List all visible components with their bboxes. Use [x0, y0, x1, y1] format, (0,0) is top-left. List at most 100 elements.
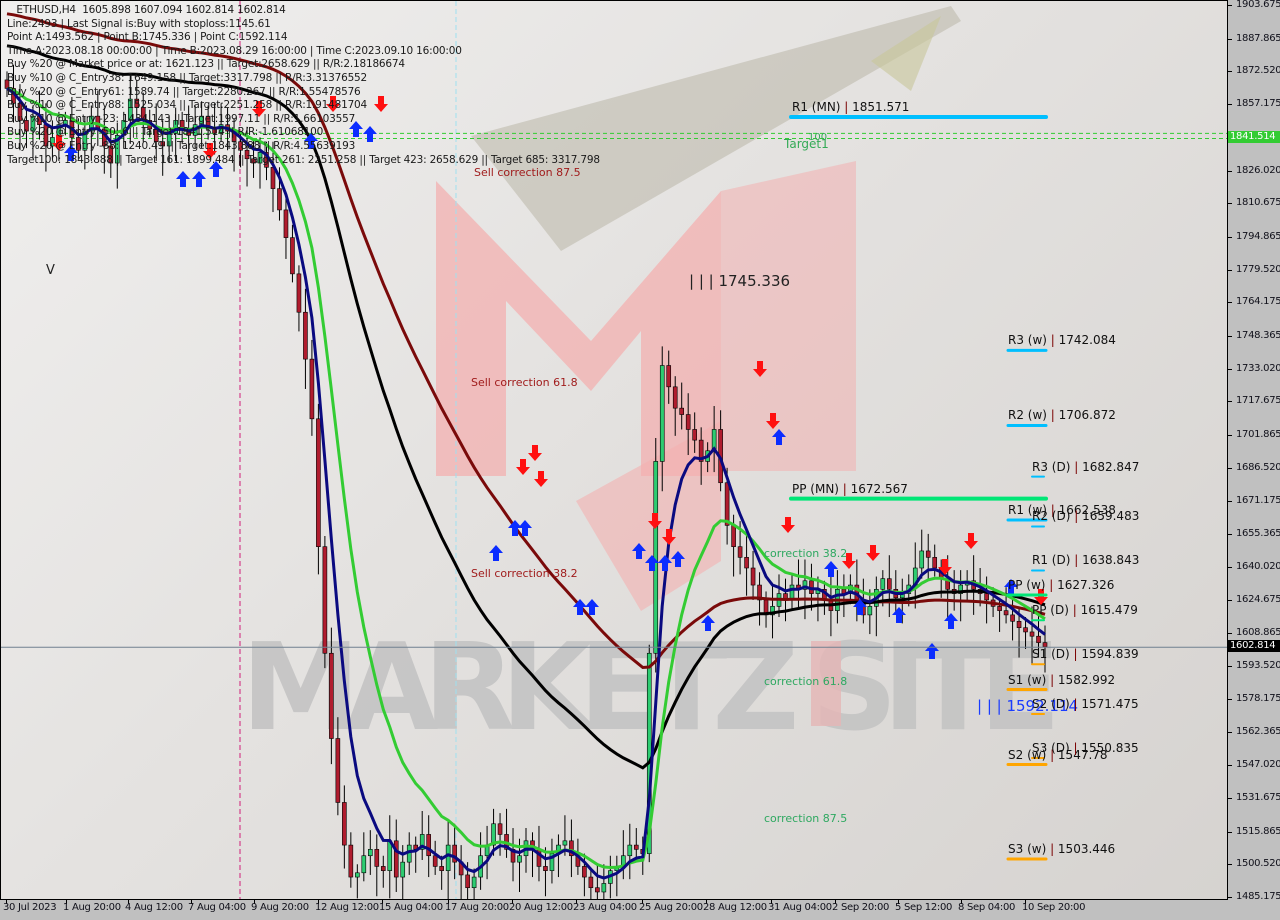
pivot-label: PP (D) | 1615.479 — [1032, 603, 1138, 617]
price-tick-label: 1794.865 — [1236, 230, 1280, 242]
candle-body — [471, 876, 477, 889]
pivot-label-code: S1 (D) — [1032, 647, 1074, 662]
candle-body — [595, 887, 600, 893]
candle-body — [355, 872, 360, 878]
pivot-label-value: 1594.839 — [1081, 647, 1139, 662]
buy-arrow-icon — [192, 171, 206, 187]
buy-arrow-icon — [925, 643, 939, 659]
sell-arrow-icon — [528, 445, 542, 461]
candle-body — [685, 414, 691, 430]
price-tick-label: 1671.175 — [1236, 494, 1280, 506]
candle-body — [627, 844, 633, 857]
candle-body — [309, 358, 315, 420]
info-line: Buy %20 @ C_Entry61: 1589.74 || Target:2… — [7, 85, 361, 98]
price-tick-label: 1562.365 — [1236, 726, 1280, 738]
pivot-label-sep: | — [1050, 408, 1059, 423]
sell-correction-61-8: Sell correction 61.8 — [471, 376, 578, 389]
sell-arrow-icon — [534, 471, 548, 487]
price-tick-mark — [1228, 633, 1232, 635]
candle-body — [342, 802, 347, 846]
price-tick-mark — [1228, 467, 1232, 469]
price-tick-label: 1624.675 — [1236, 593, 1280, 605]
info-line: Buy %20 @ Market price or at: 1621.123 |… — [7, 58, 405, 71]
info-line: Target100: 1843.888 || Target 161: 1899.… — [7, 153, 600, 166]
price-tick-label: 1779.520 — [1236, 263, 1280, 275]
buy-arrow-icon — [824, 561, 838, 577]
candle-body — [335, 738, 341, 803]
candle-body — [361, 855, 367, 874]
price-axis[interactable]: 1903.675 1887.865 1872.520 1857.175 1841.514… — [1228, 0, 1280, 902]
price-tick-label: 1500.520 — [1236, 858, 1280, 870]
candle-body — [588, 876, 594, 889]
sell-arrow-icon — [516, 459, 530, 475]
price-tick-mark — [1228, 203, 1232, 205]
current-price-tag: 1602.814 — [1228, 640, 1280, 653]
price-tick-label: 1593.520 — [1236, 660, 1280, 672]
plot-area[interactable]: MARKETZ SITE ETHUSD,H4 1605.898 1607.094… — [0, 0, 1228, 900]
pivot-label: R3 (D) | 1682.847 — [1032, 460, 1139, 474]
pivot-label-value: 1706.872 — [1058, 408, 1116, 423]
candle-body — [984, 593, 989, 601]
pivot-label: S1 (w) | 1582.992 — [1008, 673, 1115, 687]
price-tick-mark — [1228, 797, 1232, 799]
price-tick-label: 1515.865 — [1236, 825, 1280, 837]
info-line: Buy %20 @ Entry -88: 1240.49 || Target:1… — [7, 139, 356, 152]
price-tick-label: 1485.175 — [1236, 891, 1280, 902]
candle-body — [925, 550, 931, 558]
price-tick-mark — [1228, 698, 1232, 700]
info-line: Buy %10 @ Entry -23: 1434.143 || Target:… — [7, 112, 356, 125]
pivot-label-code: R2 (w) — [1008, 408, 1051, 423]
candle-body — [283, 209, 289, 238]
candle-body — [919, 550, 925, 569]
price-tick-label: 1640.020 — [1236, 560, 1280, 572]
candle-body — [653, 461, 659, 654]
buy-arrow-icon — [632, 543, 646, 559]
pivot-label: R3 (w) | 1742.084 — [1008, 333, 1116, 347]
time-tick-label: 17 Aug 20:00 — [445, 902, 509, 913]
candle-body — [932, 557, 938, 569]
pivot-label: S1 (D) | 1594.839 — [1032, 647, 1139, 661]
candle-body — [316, 418, 321, 547]
pivot-label-code: R2 (D) — [1032, 509, 1075, 524]
price-tick-mark — [1228, 864, 1232, 866]
candle-body — [789, 584, 795, 601]
buy-correction-38-2: correction 38.2 — [764, 547, 848, 560]
candle-body — [517, 855, 522, 863]
price-tick-label: 1547.020 — [1236, 759, 1280, 771]
buy-arrow-icon — [772, 429, 786, 445]
pivot-label-code: S3 (D) — [1032, 741, 1074, 756]
candle-body — [1016, 620, 1022, 628]
pivot-label: S2 (D) | 1571.475 — [1032, 697, 1139, 711]
candle-body — [497, 823, 503, 835]
price-tick-mark — [1228, 368, 1232, 370]
sell-arrow-icon — [662, 529, 676, 545]
target-price-tag: 1841.514 — [1228, 131, 1280, 144]
sell-arrow-icon — [766, 413, 780, 429]
candle-body — [432, 855, 438, 867]
pivot-label: PP (MN) | 1672.567 — [792, 482, 908, 496]
price-tick-mark — [1228, 897, 1232, 898]
pivot-label-value: 1571.475 — [1081, 697, 1139, 712]
info-line: Line:2493 | Last Signal is:Buy with stop… — [7, 17, 271, 30]
candle-body — [426, 834, 431, 857]
candle-body — [445, 844, 451, 871]
price-tick-mark — [1228, 666, 1232, 668]
time-axis[interactable]: 30 Jul 2023 1 Aug 20:00 4 Aug 12:00 7 Aug 0… — [0, 900, 1228, 920]
price-tick-label: 1857.175 — [1236, 98, 1280, 110]
pivot-label-sep: | — [1050, 672, 1058, 687]
price-tick-mark — [1228, 599, 1232, 601]
pivot-label: R2 (w) | 1706.872 — [1008, 408, 1116, 422]
pivot-label-code: R1 (MN) — [792, 100, 845, 115]
buy-correction-87-5: correction 87.5 — [764, 812, 848, 825]
candle-body — [1023, 627, 1028, 633]
buy-arrow-icon — [658, 555, 672, 571]
pivot-label-code: PP (D) — [1032, 603, 1073, 618]
candle-body — [679, 407, 685, 415]
price-tick-mark — [1228, 5, 1232, 6]
candle-body — [886, 578, 892, 590]
candle-body — [750, 567, 756, 586]
price-tick-label: 1733.020 — [1236, 362, 1280, 374]
price-tick-mark — [1228, 765, 1232, 767]
candle-body — [562, 840, 568, 846]
candle-body — [867, 606, 873, 616]
